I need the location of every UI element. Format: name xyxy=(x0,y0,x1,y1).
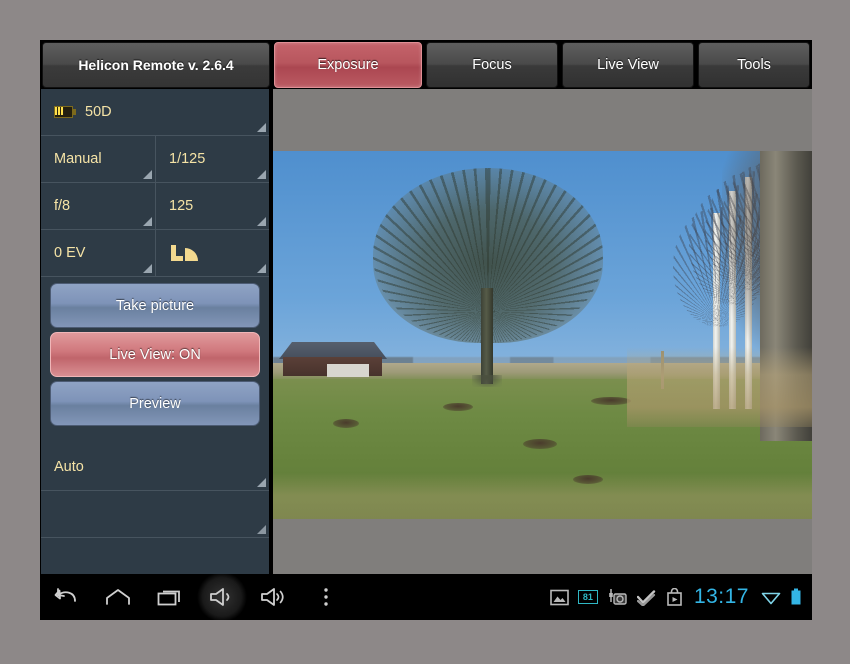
molehill xyxy=(443,403,473,411)
volume-down-icon xyxy=(210,588,230,606)
usb-camera-icon xyxy=(607,588,628,606)
camera-model-label: 50D xyxy=(85,104,112,120)
volume-down-button[interactable] xyxy=(196,574,248,620)
action-buttons: Take picture Live View: ON Preview xyxy=(41,277,269,426)
molehill xyxy=(573,475,603,484)
metering-mode-spinner[interactable] xyxy=(155,230,269,277)
barn xyxy=(279,342,387,377)
tab-focus[interactable]: Focus xyxy=(424,40,560,89)
exposure-sidebar: 50D Manual 1/125 f/8 125 0 EV Take pictu… xyxy=(41,89,271,574)
molehill xyxy=(523,439,557,449)
back-icon xyxy=(54,588,76,602)
extra-empty-spinner[interactable] xyxy=(41,491,269,538)
tab-exposure-label: Exposure xyxy=(274,42,422,88)
back-button[interactable] xyxy=(40,574,92,620)
exposure-compensation-label: 0 EV xyxy=(54,245,86,261)
battery-icon xyxy=(54,106,76,118)
mode-shutter-row: Manual 1/125 xyxy=(41,136,269,183)
status-icons: 81 13:17 xyxy=(550,585,812,609)
volume-up-icon xyxy=(261,588,284,606)
volume-up-button[interactable] xyxy=(248,574,300,620)
tablet-screen: Helicon Remote v. 2.6.4 Exposure Focus L… xyxy=(40,40,812,620)
metering-mode-icon xyxy=(171,245,198,261)
birch-trees xyxy=(602,151,812,519)
oak-tree xyxy=(373,168,603,387)
white-balance-label: Auto xyxy=(54,459,84,475)
nav-buttons xyxy=(40,574,352,620)
aperture-iso-row: f/8 125 xyxy=(41,183,269,230)
camera-model-spinner[interactable]: 50D xyxy=(41,89,269,136)
app-body: 50D Manual 1/125 f/8 125 0 EV Take pictu… xyxy=(40,89,812,574)
wifi-icon xyxy=(761,589,781,605)
recents-icon xyxy=(157,590,180,606)
android-navigation-bar: 81 13:17 xyxy=(40,574,812,620)
overflow-menu-icon xyxy=(324,588,328,606)
preview-button[interactable]: Preview xyxy=(50,381,260,426)
tab-live-view[interactable]: Live View xyxy=(560,40,696,89)
live-view-area[interactable] xyxy=(273,89,812,574)
aperture-label: f/8 xyxy=(54,198,71,214)
exposure-compensation-spinner[interactable]: 0 EV xyxy=(41,230,155,277)
shutter-speed-label: 1/125 xyxy=(169,151,206,167)
white-balance-row: Auto xyxy=(41,444,269,491)
tab-live-view-label: Live View xyxy=(562,42,694,88)
home-icon xyxy=(106,589,130,605)
tab-tools-label: Tools xyxy=(698,42,810,88)
tab-exposure[interactable]: Exposure xyxy=(272,40,424,89)
photo-count-badge: 81 xyxy=(577,590,598,604)
aperture-spinner[interactable]: f/8 xyxy=(41,183,155,230)
play-store-icon xyxy=(666,588,683,606)
live-view-toggle-label: Live View: ON xyxy=(109,346,201,363)
white-balance-spinner[interactable]: Auto xyxy=(41,444,269,491)
exposure-mode-label: Manual xyxy=(54,151,102,167)
exposure-mode-spinner[interactable]: Manual xyxy=(41,136,155,183)
preview-label: Preview xyxy=(129,395,181,412)
molehill xyxy=(333,419,359,428)
overflow-menu-button[interactable] xyxy=(300,574,352,620)
recent-apps-button[interactable] xyxy=(144,574,196,620)
app-title-cell: Helicon Remote v. 2.6.4 xyxy=(40,40,272,89)
battery-icon xyxy=(790,588,802,606)
take-picture-label: Take picture xyxy=(115,297,195,314)
shutter-speed-spinner[interactable]: 1/125 xyxy=(155,136,269,183)
extra-empty-row xyxy=(41,491,269,538)
gallery-icon xyxy=(550,589,569,606)
home-button[interactable] xyxy=(92,574,144,620)
iso-label: 125 xyxy=(169,198,194,214)
camera-row: 50D xyxy=(41,89,269,136)
ev-metering-row: 0 EV xyxy=(41,230,269,277)
tab-tools[interactable]: Tools xyxy=(696,40,812,89)
take-picture-button[interactable]: Take picture xyxy=(50,283,260,328)
tab-focus-label: Focus xyxy=(426,42,558,88)
live-view-toggle-button[interactable]: Live View: ON xyxy=(50,332,260,377)
iso-spinner[interactable]: 125 xyxy=(155,183,269,230)
app-title: Helicon Remote v. 2.6.4 xyxy=(42,42,270,88)
live-view-photo xyxy=(273,151,812,519)
status-clock: 13:17 xyxy=(693,585,749,608)
double-check-icon xyxy=(636,589,657,606)
tab-bar: Helicon Remote v. 2.6.4 Exposure Focus L… xyxy=(40,40,812,89)
